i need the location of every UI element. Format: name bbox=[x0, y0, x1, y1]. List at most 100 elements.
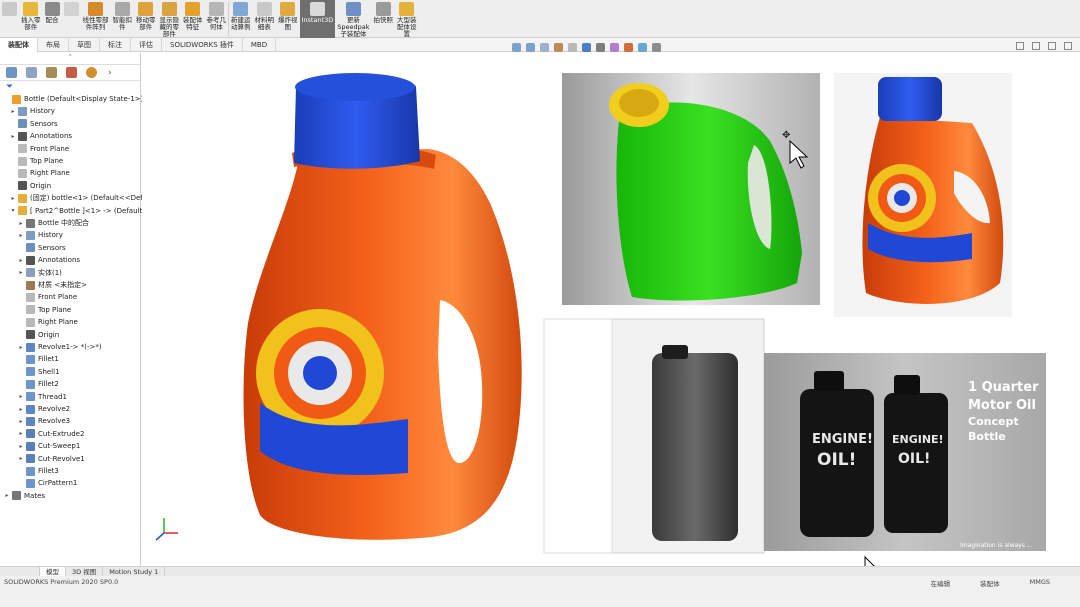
dynamic-annotation-icon[interactable] bbox=[568, 42, 577, 52]
tab-nav-arrows[interactable] bbox=[0, 567, 40, 576]
tree-item[interactable]: Shell1 bbox=[0, 366, 60, 378]
move-component-button[interactable]: 移动零 部件 bbox=[134, 0, 158, 38]
expand-arrow-icon[interactable]: ▸ bbox=[18, 220, 24, 227]
expand-arrow-icon[interactable]: ▸ bbox=[10, 133, 16, 140]
solidworks-screenshot-image[interactable] bbox=[543, 318, 765, 554]
display-manager-tab-icon[interactable] bbox=[86, 67, 97, 78]
status-units[interactable]: MMGS bbox=[1030, 578, 1050, 588]
tree-item[interactable]: ▸ Cut-Revolve1 bbox=[0, 453, 85, 465]
scene-icon[interactable] bbox=[638, 42, 647, 52]
show-hidden-button[interactable]: 显示隐 藏的零 部件 bbox=[158, 0, 182, 38]
configuration-manager-tab-icon[interactable] bbox=[46, 67, 57, 78]
tree-item[interactable]: ▸ 实体(1) bbox=[0, 267, 62, 279]
motor-oil-poster-image[interactable]: ENGINE! OIL! ENGINE! OIL! 1 Quarter Moto… bbox=[764, 353, 1046, 551]
previous-view-icon[interactable] bbox=[540, 42, 549, 52]
green-bottle-reference-image[interactable] bbox=[562, 73, 820, 305]
expand-arrow-icon[interactable]: ▸ bbox=[18, 232, 24, 239]
tree-item[interactable]: ▸ Cut-Sweep1 bbox=[0, 440, 80, 452]
tree-item[interactable]: Fillet1 bbox=[0, 353, 59, 365]
tree-item[interactable]: ▸ Thread1 bbox=[0, 391, 67, 403]
tree-item[interactable]: Front Plane bbox=[0, 143, 69, 155]
property-manager-tab-icon[interactable] bbox=[26, 67, 37, 78]
ribbon-button-0[interactable] bbox=[0, 0, 19, 38]
tree-item[interactable]: Origin bbox=[0, 329, 59, 341]
expand-arrow-icon[interactable]: ▸ bbox=[18, 393, 24, 400]
tree-item[interactable]: ▸ Annotations bbox=[0, 130, 72, 142]
expand-arrow-icon[interactable]: ▸ bbox=[4, 492, 10, 499]
expand-arrow-icon[interactable]: ▸ bbox=[18, 257, 24, 264]
smart-fastener-button[interactable]: 智能扣 件 bbox=[111, 0, 135, 38]
tree-item[interactable]: Fillet3 bbox=[0, 465, 59, 477]
tree-item[interactable]: ▾ [ Part2^Bottle ]<1> -> (Default< bbox=[0, 205, 148, 217]
view-orientation-icon[interactable] bbox=[582, 42, 591, 52]
motion-study-button[interactable]: 新建运 动算例 bbox=[229, 0, 253, 38]
zoom-area-icon[interactable] bbox=[526, 42, 535, 52]
expand-arrow-icon[interactable]: ▸ bbox=[18, 406, 24, 413]
appearance-icon[interactable] bbox=[624, 42, 633, 52]
expand-arrow-icon[interactable]: ▸ bbox=[18, 443, 24, 450]
component-preview-button[interactable] bbox=[62, 0, 81, 38]
expand-arrow-icon[interactable]: ▸ bbox=[10, 108, 16, 115]
snapshot-button[interactable]: 拍快照 bbox=[372, 0, 396, 38]
tree-item[interactable]: ▸ Revolve2 bbox=[0, 403, 70, 415]
display-style-icon[interactable] bbox=[596, 42, 605, 52]
expand-arrow-icon[interactable]: ▸ bbox=[18, 455, 24, 462]
tree-item[interactable]: ▸ History bbox=[0, 105, 55, 117]
assembly-feature-button[interactable]: 装配体 特征 bbox=[181, 0, 205, 38]
expand-arrow-icon[interactable]: ▸ bbox=[18, 418, 24, 425]
tree-item[interactable]: Right Plane bbox=[0, 167, 70, 179]
orange-bottle-render-image[interactable] bbox=[834, 73, 1012, 317]
tree-item[interactable]: Front Plane bbox=[0, 291, 77, 303]
hide-show-icon[interactable] bbox=[610, 42, 619, 52]
tab-evaluate[interactable]: 评估 bbox=[131, 38, 162, 52]
exploded-view-button[interactable]: 爆炸视 图 bbox=[276, 0, 300, 38]
bom-button[interactable]: 材料明 细表 bbox=[253, 0, 277, 38]
tree-item[interactable]: ▸ Revolve3 bbox=[0, 415, 70, 427]
chevron-right-icon[interactable]: › bbox=[108, 68, 112, 78]
tree-item[interactable]: Origin bbox=[0, 180, 51, 192]
tree-item[interactable]: ▸ Bottle 中的配合 bbox=[0, 217, 89, 229]
instant3d-button[interactable]: Instant3D bbox=[299, 0, 336, 38]
tree-item[interactable]: Right Plane bbox=[0, 316, 78, 328]
tree-item[interactable]: ▸ Annotations bbox=[0, 254, 80, 266]
tree-filter[interactable]: ⏷ bbox=[0, 81, 140, 93]
dimxpert-tab-icon[interactable] bbox=[66, 67, 77, 78]
tree-item[interactable]: ▸ History bbox=[0, 229, 63, 241]
large-assembly-button[interactable]: 大型装 配体设 置 bbox=[395, 0, 419, 38]
tab-assembly[interactable]: 装配体 bbox=[0, 38, 38, 52]
expand-arrow-icon[interactable]: ▸ bbox=[18, 269, 24, 276]
maximize-icon[interactable] bbox=[1048, 42, 1056, 50]
tree-item[interactable]: Top Plane bbox=[0, 155, 63, 167]
tree-item[interactable]: ▸ Mates bbox=[0, 490, 45, 502]
tab-addins[interactable]: SOLIDWORKS 插件 bbox=[162, 38, 243, 52]
section-view-icon[interactable] bbox=[554, 42, 563, 52]
tab-3d-views[interactable]: 3D 视图 bbox=[66, 567, 104, 576]
tab-layout[interactable]: 布局 bbox=[38, 38, 69, 52]
tree-item[interactable]: Fillet2 bbox=[0, 378, 59, 390]
expand-arrow-icon[interactable]: ▸ bbox=[18, 344, 24, 351]
tab-mbd[interactable]: MBD bbox=[243, 38, 277, 52]
mate-button[interactable]: 配合 bbox=[43, 0, 62, 38]
zoom-to-fit-icon[interactable] bbox=[512, 42, 521, 52]
tab-sketch[interactable]: 草图 bbox=[69, 38, 100, 52]
close-icon[interactable] bbox=[1064, 42, 1072, 50]
tab-markup[interactable]: 标注 bbox=[100, 38, 131, 52]
tree-item[interactable]: ▸ Revolve1-> *(->*) bbox=[0, 341, 102, 353]
tree-item[interactable]: Sensors bbox=[0, 118, 58, 130]
expand-arrow-icon[interactable]: ▸ bbox=[10, 195, 16, 202]
tree-item[interactable]: 材质 <未指定> bbox=[0, 279, 87, 291]
tree-item[interactable]: Bottle (Default<Display State-1>) bbox=[0, 93, 143, 105]
tree-item[interactable]: CirPattern1 bbox=[0, 477, 77, 489]
tree-item[interactable]: ▸ Cut-Extrude2 bbox=[0, 428, 84, 440]
view-settings-icon[interactable] bbox=[652, 42, 661, 52]
reference-geometry-button[interactable]: 参考几 何体 bbox=[205, 0, 229, 38]
tab-model[interactable]: 模型 bbox=[40, 567, 66, 576]
restore-icon[interactable] bbox=[1016, 42, 1024, 50]
feature-tree-tab-icon[interactable] bbox=[6, 67, 17, 78]
tree-item[interactable]: Sensors bbox=[0, 242, 66, 254]
tab-motion-study[interactable]: Motion Study 1 bbox=[103, 567, 166, 576]
insert-component-button[interactable]: 插入零 部件 bbox=[19, 0, 43, 38]
graphics-area[interactable]: ENGINE! OIL! ENGINE! OIL! 1 Quarter Moto… bbox=[142, 53, 1080, 577]
tile-icon[interactable] bbox=[1032, 42, 1040, 50]
speedpak-button[interactable]: 更新 Speedpak 子装配体 bbox=[335, 0, 371, 38]
